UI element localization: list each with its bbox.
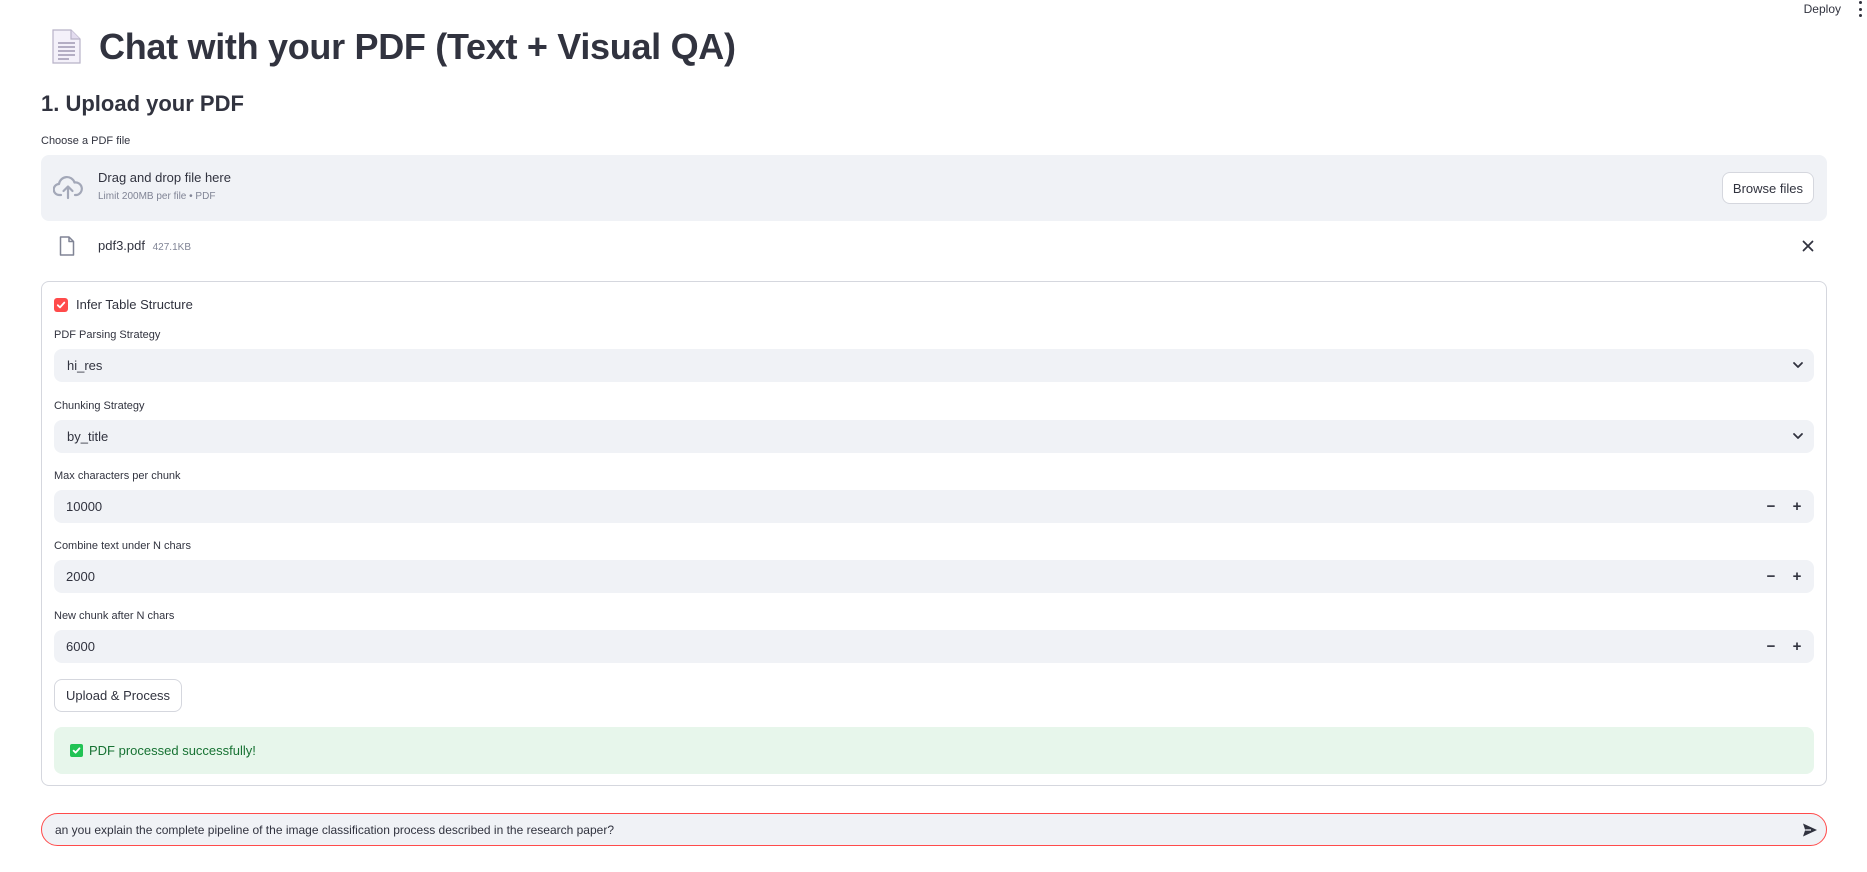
upload-section-heading: 1. Upload your PDF [41,91,244,116]
parsing-strategy-value: hi_res [67,358,103,373]
close-icon[interactable] [1801,239,1815,253]
cloud-upload-icon [53,176,83,200]
page-title: Chat with your PDF (Text + Visual QA) [99,26,736,67]
success-alert: PDF processed successfully! [54,727,1814,774]
parsing-strategy-select[interactable]: hi_res [54,349,1814,382]
uploaded-file-row: pdf3.pdf 427.1KB [41,232,1827,262]
success-message: PDF processed successfully! [89,743,256,758]
max-chars-input[interactable]: 10000 − + [54,490,1814,523]
file-icon [59,236,75,256]
combine-under-decrement-button[interactable]: − [1758,560,1784,593]
chat-input-bar[interactable] [41,813,1827,846]
file-name: pdf3.pdf 427.1KB [98,238,191,253]
uploader-label: Choose a PDF file [41,135,131,147]
dropzone-text: Drag and drop file here Limit 200MB per … [98,170,231,202]
max-chars-increment-button[interactable]: + [1784,490,1810,523]
send-icon[interactable] [1801,821,1819,839]
dropzone-limit-hint: Limit 200MB per file • PDF [98,191,216,202]
chunking-strategy-value: by_title [67,429,109,444]
infer-table-checkbox[interactable]: Infer Table Structure [54,297,193,312]
new-after-value[interactable]: 6000 [66,639,95,654]
document-icon [52,29,81,64]
file-name-text: pdf3.pdf [98,238,145,253]
browse-files-button[interactable]: Browse files [1721,172,1814,204]
processing-options-form: Infer Table Structure PDF Parsing Strate… [41,281,1827,786]
chevron-down-icon [1793,362,1803,368]
new-after-decrement-button[interactable]: − [1758,630,1784,663]
chunking-strategy-select[interactable]: by_title [54,420,1814,453]
checkbox-checked-icon[interactable] [54,297,68,312]
max-chars-decrement-button[interactable]: − [1758,490,1784,523]
combine-under-increment-button[interactable]: + [1784,560,1810,593]
max-chars-label: Max characters per chunk [54,470,181,482]
kebab-menu-icon[interactable] [1855,1,1865,17]
upload-process-button[interactable]: Upload & Process [54,679,183,712]
new-after-label: New chunk after N chars [54,610,175,622]
chat-input[interactable] [55,814,1775,845]
combine-under-input[interactable]: 2000 − + [54,560,1814,593]
dropzone-instruction: Drag and drop file here [98,170,231,185]
chevron-down-icon [1793,433,1803,439]
check-icon [70,744,83,757]
combine-under-label: Combine text under N chars [54,540,191,552]
new-after-input[interactable]: 6000 − + [54,630,1814,663]
parsing-strategy-label: PDF Parsing Strategy [54,329,161,341]
infer-table-label: Infer Table Structure [76,297,193,312]
deploy-button[interactable]: Deploy [1804,2,1841,16]
combine-under-value[interactable]: 2000 [66,569,95,584]
new-after-increment-button[interactable]: + [1784,630,1810,663]
max-chars-value[interactable]: 10000 [66,499,102,514]
file-dropzone[interactable]: Drag and drop file here Limit 200MB per … [41,155,1827,221]
chunking-strategy-label: Chunking Strategy [54,400,145,412]
title-row: Chat with your PDF (Text + Visual QA) [50,26,736,68]
file-size: 427.1KB [152,242,191,253]
